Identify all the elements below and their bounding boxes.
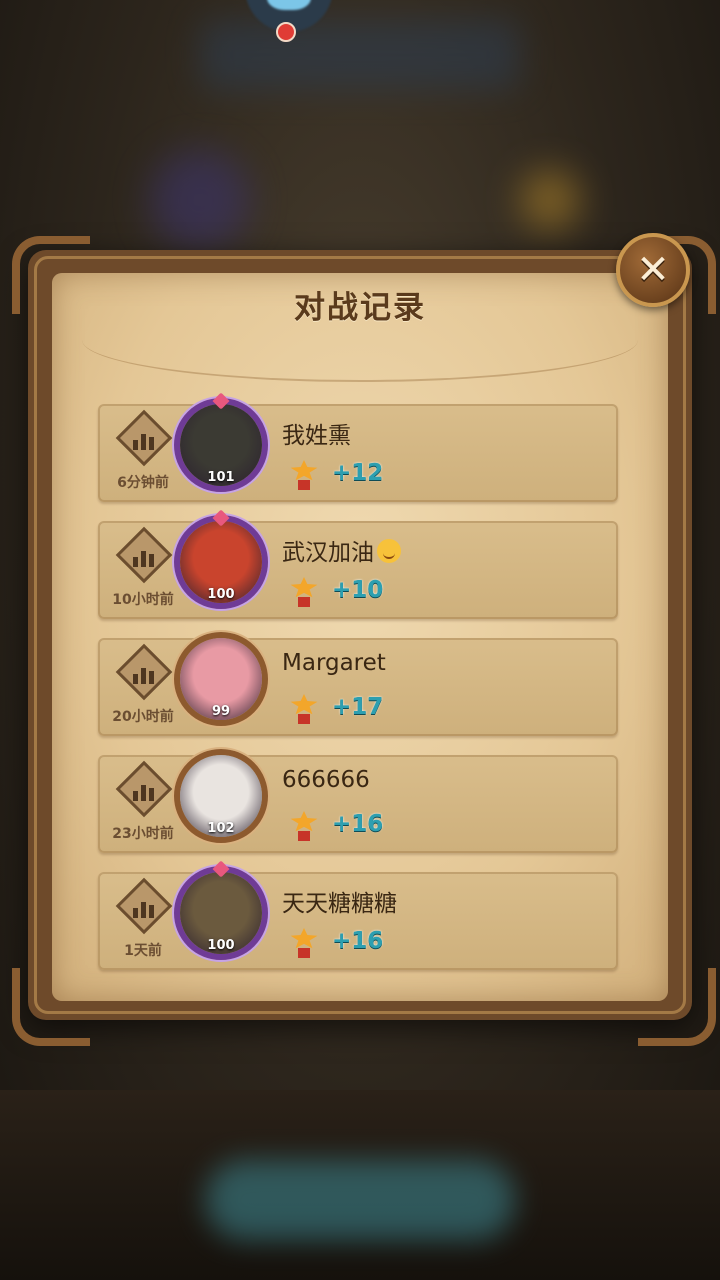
rank-icon xyxy=(115,526,173,584)
frame-corner-bottom-right xyxy=(638,968,716,1046)
close-button[interactable]: ✕ xyxy=(616,233,690,307)
background-avatar-blur xyxy=(150,150,250,250)
score-change: +17 xyxy=(332,694,384,720)
trophy-icon xyxy=(290,577,318,607)
player-level: 102 xyxy=(207,821,235,836)
record-time: 20小时前 xyxy=(112,709,174,725)
close-icon: ✕ xyxy=(636,247,670,293)
score-change: +16 xyxy=(332,928,384,954)
background-badge-blur xyxy=(520,170,580,230)
player-level: 101 xyxy=(207,470,235,485)
player-name: 我姓熏 xyxy=(282,423,351,449)
trophy-icon xyxy=(290,928,318,958)
trophy-icon xyxy=(290,811,318,841)
record-time: 6分钟前 xyxy=(117,475,169,491)
record-row[interactable]: 6分钟前 101 我姓熏 +12 xyxy=(98,392,618,502)
notification-dot xyxy=(276,22,296,42)
score-change: +16 xyxy=(332,811,384,837)
player-name: 666666 xyxy=(282,767,370,793)
background-header xyxy=(200,20,520,90)
record-time: 10小时前 xyxy=(112,592,174,608)
rank-icon xyxy=(115,760,173,818)
player-name: 武汉加油 xyxy=(282,533,401,567)
player-level: 100 xyxy=(207,587,235,602)
record-row[interactable]: 20小时前 99 Margaret +17 xyxy=(98,632,618,736)
frame-corner-bottom-left xyxy=(12,968,90,1046)
player-name: 天天糖糖糖 xyxy=(282,891,397,917)
score-change: +10 xyxy=(332,577,384,603)
player-name: Margaret xyxy=(282,650,386,676)
dialog-title: 对战记录 xyxy=(294,290,426,326)
rank-icon xyxy=(115,409,173,467)
record-time: 23小时前 xyxy=(112,826,174,842)
player-level: 100 xyxy=(207,938,235,953)
record-time: 1天前 xyxy=(124,943,162,959)
smile-emoji-icon xyxy=(377,539,401,563)
score-change: +12 xyxy=(332,460,384,486)
background-action-button xyxy=(205,1160,515,1240)
record-row[interactable]: 10小时前 100 武汉加油 +10 xyxy=(98,509,618,619)
rank-icon xyxy=(115,643,173,701)
player-level: 99 xyxy=(211,704,231,719)
bird-icon xyxy=(267,0,311,10)
trophy-icon xyxy=(290,460,318,490)
rank-icon xyxy=(115,877,173,935)
trophy-icon xyxy=(290,694,318,724)
record-row[interactable]: 1天前 100 天天糖糖糖 +16 xyxy=(98,860,618,970)
record-row[interactable]: 23小时前 102 666666 +16 xyxy=(98,749,618,853)
